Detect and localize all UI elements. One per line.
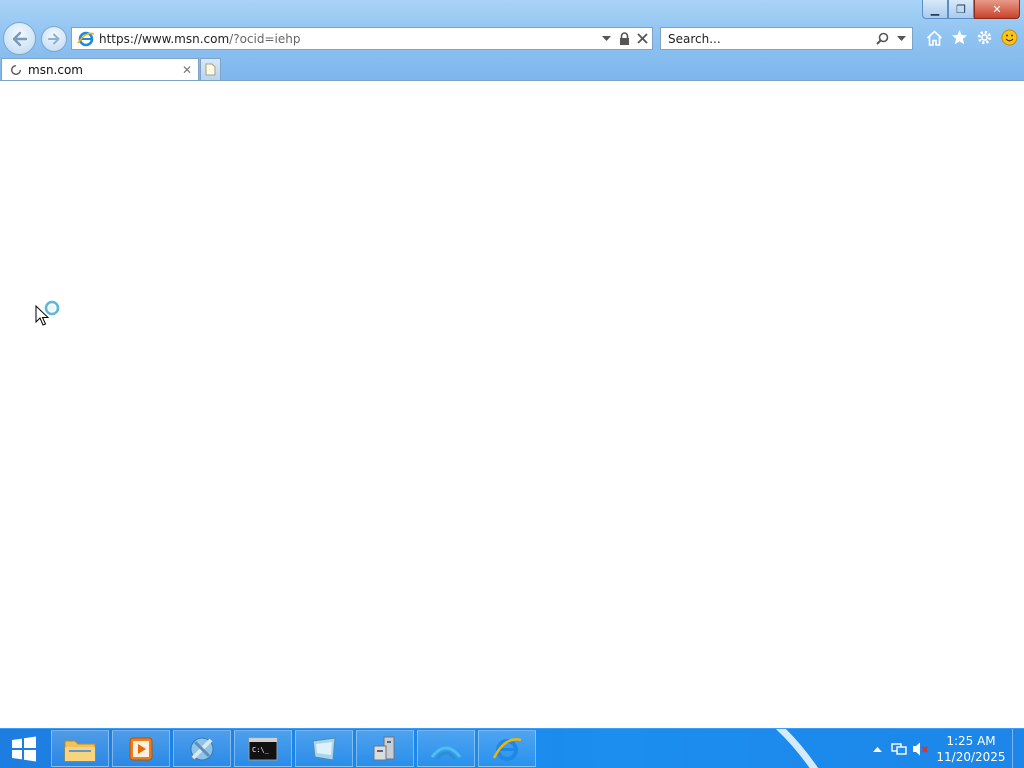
clock-time: 1:25 AM xyxy=(946,734,996,748)
tab-title: msn.com xyxy=(28,63,83,77)
media-player-taskbar-button[interactable] xyxy=(112,730,170,767)
ie-page-icon xyxy=(77,31,95,46)
server-manager-taskbar-button[interactable] xyxy=(356,730,414,767)
new-tab-icon xyxy=(205,63,216,76)
clock-date: 11/20/2025 xyxy=(936,750,1006,764)
restore-button[interactable]: ❐ xyxy=(948,0,974,19)
url-text[interactable]: https://www.msn.com/?ocid=iehp xyxy=(99,32,598,46)
address-dropdown-icon[interactable] xyxy=(598,31,614,47)
tools-taskbar-button[interactable] xyxy=(173,730,231,767)
browser-chrome: ▁ ❐ ✕ https://www.msn.com/?ocid=iehp Sea… xyxy=(0,0,1024,81)
command-icons xyxy=(924,27,1020,48)
page-content[interactable] xyxy=(0,81,1024,728)
busy-cursor-icon xyxy=(34,300,64,333)
taskbar-decoration xyxy=(775,729,819,768)
file-explorer-taskbar-button[interactable] xyxy=(51,730,109,767)
minimize-icon: ▁ xyxy=(930,2,940,16)
forward-button[interactable] xyxy=(41,26,67,52)
search-box[interactable]: Search... xyxy=(660,27,913,50)
windows-logo-icon xyxy=(12,736,36,762)
show-desktop-button[interactable] xyxy=(1012,729,1024,768)
start-button[interactable] xyxy=(0,729,48,768)
feedback-smiley-icon[interactable] xyxy=(999,27,1020,48)
search-placeholder: Search... xyxy=(668,31,721,46)
url-host: https://www.msn.com xyxy=(99,31,230,46)
favorites-star-icon[interactable] xyxy=(949,27,970,48)
show-hidden-icons-chevron-icon[interactable] xyxy=(866,738,888,760)
svg-text:C:\_: C:\_ xyxy=(252,746,270,754)
back-button[interactable] xyxy=(3,22,36,55)
tab-close-icon[interactable]: ✕ xyxy=(180,63,194,77)
network-taskbar-button[interactable] xyxy=(417,730,475,767)
address-bar[interactable]: https://www.msn.com/?ocid=iehp xyxy=(71,27,653,50)
ie-icon xyxy=(492,737,522,761)
loading-spinner-icon xyxy=(10,64,22,76)
taskbar-clock[interactable]: 1:25 AM 11/20/2025 xyxy=(932,733,1010,765)
speaker-muted-icon[interactable] xyxy=(910,738,932,760)
url-path: /?ocid=iehp xyxy=(229,31,301,46)
stop-icon[interactable] xyxy=(634,31,650,47)
cmd-taskbar-button[interactable]: C:\_ xyxy=(234,730,292,767)
window-caption-buttons: ▁ ❐ ✕ xyxy=(922,0,1020,19)
search-dropdown-icon[interactable] xyxy=(893,31,909,47)
app-taskbar-button[interactable] xyxy=(295,730,353,767)
gear-icon[interactable] xyxy=(974,27,995,48)
network-status-icon[interactable] xyxy=(888,738,910,760)
close-button[interactable]: ✕ xyxy=(974,0,1020,19)
system-tray: 1:25 AM 11/20/2025 xyxy=(866,729,1024,768)
browser-tab[interactable]: msn.com ✕ xyxy=(1,58,199,81)
cmd-icon: C:\_ xyxy=(248,737,278,760)
taskbar: C:\_ 1:25 AM 11/20/2025 xyxy=(0,728,1024,768)
app-icon xyxy=(312,736,336,761)
internet-explorer-taskbar-button[interactable] xyxy=(478,730,536,767)
forward-arrow-icon xyxy=(48,33,60,45)
tools-icon xyxy=(190,737,214,760)
home-icon[interactable] xyxy=(924,27,945,48)
close-icon: ✕ xyxy=(992,2,1002,16)
folder-icon xyxy=(64,740,96,761)
lock-icon[interactable] xyxy=(616,31,632,47)
restore-icon: ❐ xyxy=(956,2,966,16)
media-player-icon xyxy=(129,737,153,760)
new-tab-button[interactable] xyxy=(200,58,221,80)
network-icon xyxy=(430,746,462,760)
search-icon[interactable] xyxy=(874,31,890,47)
server-icon xyxy=(373,736,395,760)
minimize-button[interactable]: ▁ xyxy=(922,0,948,19)
back-arrow-icon xyxy=(12,31,27,46)
